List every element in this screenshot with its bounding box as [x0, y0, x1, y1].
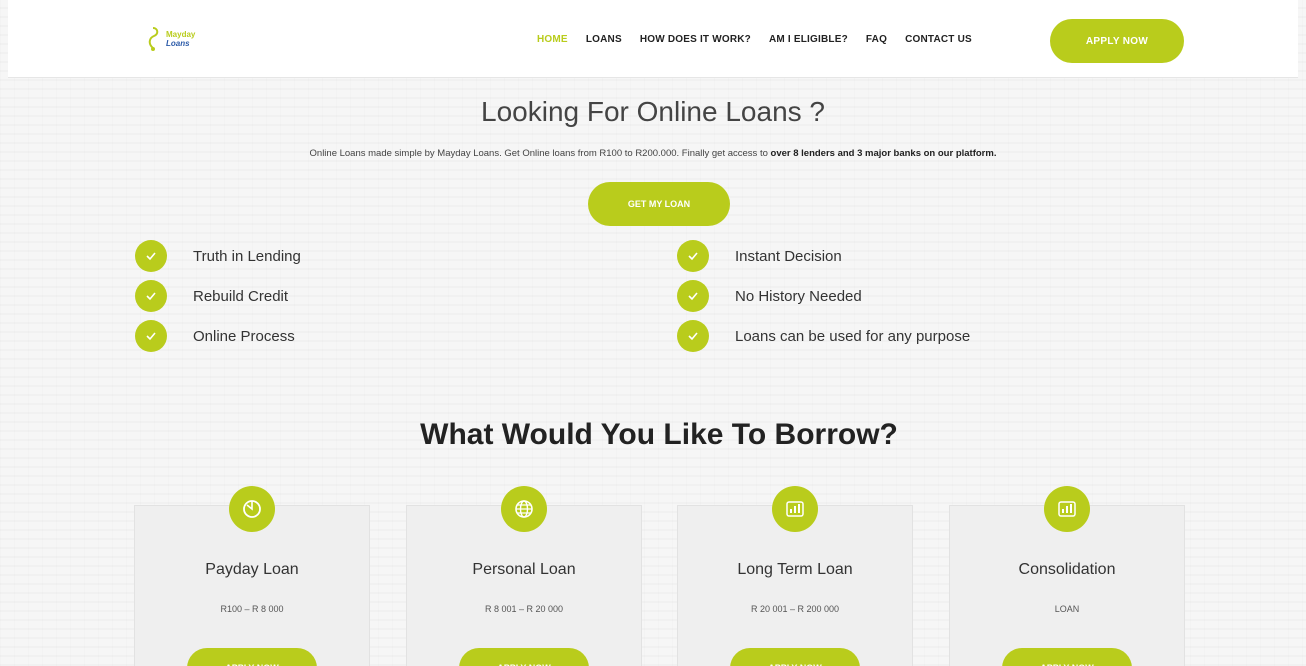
- loan-card-personal[interactable]: Personal Loan R 8 001 – R 20 000 APPLY N…: [406, 486, 642, 666]
- feature-label: No History Needed: [735, 287, 862, 305]
- card-apply-button[interactable]: APPLY NOW: [459, 648, 589, 666]
- card-range: R100 – R 8 000: [220, 604, 284, 614]
- borrow-section-title: What Would You Like To Borrow?: [420, 418, 898, 451]
- card-title: Consolidation: [1018, 561, 1116, 578]
- feature-item: No History Needed: [677, 280, 1097, 312]
- nav-item-loans[interactable]: LOANS: [577, 34, 631, 45]
- card-title: Personal Loan: [472, 561, 576, 578]
- card-title: Long Term Loan: [737, 561, 853, 578]
- card-range: LOAN: [1054, 604, 1080, 614]
- hero-subtitle: Online Loans made simple by Mayday Loans…: [0, 148, 1306, 159]
- loan-card-long-term[interactable]: Long Term Loan R 20 001 – R 200 000 APPL…: [677, 486, 913, 666]
- nav-item-faq[interactable]: FAQ: [857, 34, 896, 45]
- card-title: Payday Loan: [205, 561, 299, 578]
- nav-item-home[interactable]: HOME: [528, 34, 577, 45]
- logo-line2: Loans: [166, 39, 190, 48]
- feature-label: Truth in Lending: [193, 247, 301, 265]
- feature-label: Loans can be used for any purpose: [735, 327, 971, 345]
- card-apply-button[interactable]: APPLY NOW: [1002, 648, 1132, 666]
- feature-label: Instant Decision: [735, 247, 842, 265]
- card-apply-button[interactable]: APPLY NOW: [187, 648, 317, 666]
- nav-item-eligible[interactable]: AM I ELIGIBLE?: [760, 34, 857, 45]
- site-logo[interactable]: Mayday Loans: [144, 22, 214, 56]
- clock-icon: [229, 486, 275, 532]
- feature-item: Truth in Lending: [135, 240, 555, 272]
- bar-chart-icon: [1044, 486, 1090, 532]
- bar-chart-icon: [772, 486, 818, 532]
- card-apply-button[interactable]: APPLY NOW: [730, 648, 860, 666]
- card-range: R 20 001 – R 200 000: [750, 604, 840, 614]
- card-range: R 8 001 – R 20 000: [484, 604, 564, 614]
- globe-icon: [501, 486, 547, 532]
- feature-item: Online Process: [135, 320, 555, 352]
- apply-now-button[interactable]: APPLY NOW: [1050, 19, 1184, 63]
- check-icon: [677, 240, 709, 272]
- main-nav: HOME LOANS HOW DOES IT WORK? AM I ELIGIB…: [528, 34, 981, 45]
- get-my-loan-button[interactable]: GET MY LOAN: [588, 182, 730, 226]
- nav-item-how-it-works[interactable]: HOW DOES IT WORK?: [631, 34, 760, 45]
- logo-mark-icon: [148, 27, 159, 51]
- check-icon: [135, 280, 167, 312]
- check-icon: [677, 280, 709, 312]
- feature-item: Loans can be used for any purpose: [677, 320, 1097, 352]
- loan-card-payday[interactable]: Payday Loan R100 – R 8 000 APPLY NOW: [134, 486, 370, 666]
- hero-subtitle-text: Online Loans made simple by Mayday Loans…: [309, 148, 771, 159]
- feature-item: Instant Decision: [677, 240, 1097, 272]
- logo-line1: Mayday: [166, 30, 196, 39]
- hero-title: Looking For Online Loans ?: [481, 96, 825, 127]
- hero-subtitle-highlight: over 8 lenders and 3 major banks on our …: [770, 148, 997, 159]
- loan-card-consolidation[interactable]: Consolidation LOAN APPLY NOW: [949, 486, 1185, 666]
- feature-label: Rebuild Credit: [193, 287, 289, 305]
- check-icon: [135, 320, 167, 352]
- feature-item: Rebuild Credit: [135, 280, 555, 312]
- feature-label: Online Process: [193, 327, 295, 345]
- nav-item-contact[interactable]: CONTACT US: [896, 34, 981, 45]
- site-header: Mayday Loans HOME LOANS HOW DOES IT WORK…: [8, 0, 1298, 78]
- check-icon: [135, 240, 167, 272]
- check-icon: [677, 320, 709, 352]
